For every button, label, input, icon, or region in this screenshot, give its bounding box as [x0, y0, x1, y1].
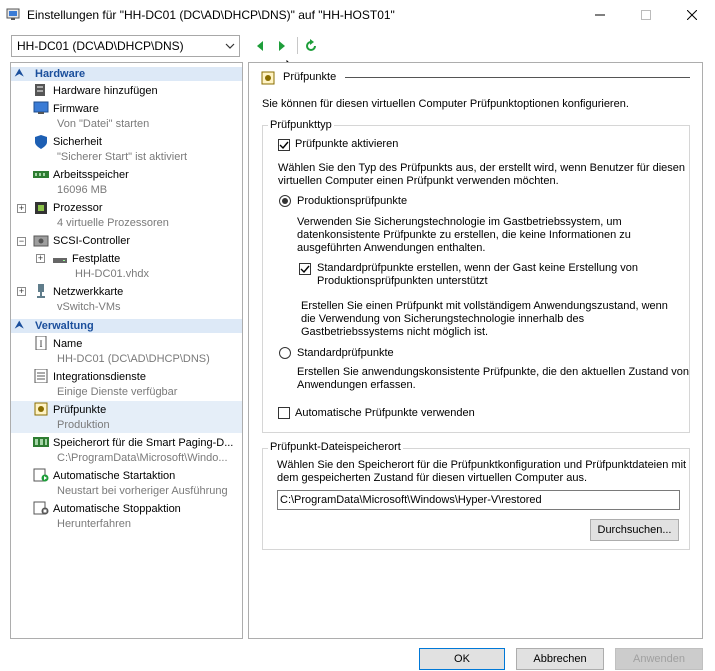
browse-button[interactable]: Durchsuchen... — [590, 519, 679, 541]
cancel-button[interactable]: Abbrechen — [516, 648, 604, 670]
previous-button[interactable] — [251, 37, 269, 55]
close-icon — [687, 10, 697, 20]
sidebar-item-auto-start[interactable]: Automatische Startaktion — [53, 469, 175, 483]
standard-checkpoints-description: Erstellen Sie anwendungskonsistente Prüf… — [297, 366, 689, 391]
checkmark-icon — [279, 141, 289, 150]
shield-icon — [35, 135, 47, 149]
auto-stop-icon — [33, 501, 49, 515]
sidebar-item-processor[interactable]: Prozessor — [53, 201, 103, 215]
checkpoint-type-instructions: Wählen Sie den Typ des Prüfpunkts aus, d… — [278, 162, 686, 187]
fallback-standard-checkbox[interactable] — [299, 263, 311, 275]
checkpoint-icon — [34, 402, 48, 416]
arrow-left-icon — [257, 41, 263, 51]
collapse-up-icon: ⮝ — [15, 320, 24, 331]
sidebar-item-add-hardware[interactable]: Hardware hinzufügen — [53, 84, 158, 98]
sidebar-item-name[interactable]: Name — [53, 337, 82, 351]
maximize-button[interactable] — [623, 0, 669, 30]
sidebar-item-auto-stop[interactable]: Automatische Stoppaktion — [53, 502, 181, 516]
apply-button[interactable]: Anwenden — [615, 648, 703, 670]
sidebar-item-checkpoints-detail: Produktion — [57, 419, 110, 431]
sidebar-item-integration-services[interactable]: Integrationsdienste — [53, 370, 146, 384]
standard-checkpoints-label[interactable]: Standardprüfpunkte — [297, 347, 394, 360]
expand-hard-disk[interactable]: + — [36, 254, 45, 263]
fallback-standard-label[interactable]: Standardprüfpunkte erstellen, wenn der G… — [317, 262, 677, 288]
collapse-scsi[interactable]: − — [17, 237, 26, 246]
svg-text:I: I — [40, 339, 43, 349]
next-button[interactable] — [273, 37, 291, 55]
network-adapter-icon — [37, 284, 45, 298]
production-checkpoints-label[interactable]: Produktionsprüfpunkte — [297, 195, 407, 208]
sidebar-item-processor-detail: 4 virtuelle Prozessoren — [57, 217, 169, 229]
sidebar-item-hard-disk-detail: HH-DC01.vhdx — [75, 268, 149, 280]
fallback-standard-description: Erstellen Sie einen Prüfpunkt mit vollst… — [301, 300, 668, 338]
sidebar-item-hard-disk[interactable]: Festplatte — [72, 252, 120, 266]
title-divider — [345, 77, 690, 78]
enable-checkpoints-checkbox[interactable] — [278, 139, 290, 151]
maximize-icon — [641, 10, 651, 20]
sidebar-item-firmware-detail: Von "Datei" starten — [57, 118, 150, 130]
automatic-checkpoints-label[interactable]: Automatische Prüfpunkte verwenden — [295, 407, 475, 420]
close-button[interactable] — [669, 0, 715, 30]
ok-button[interactable]: OK — [419, 648, 505, 670]
add-hardware-icon — [35, 84, 45, 96]
vm-selector-dropdown[interactable]: HH-DC01 (DC\AD\DHCP\DNS) — [11, 35, 240, 57]
title-bar: Einstellungen für "HH-DC01 (DC\AD\DHCP\D… — [0, 0, 715, 30]
sidebar-item-smart-paging[interactable]: Speicherort für die Smart Paging-D... — [53, 436, 233, 450]
scsi-icon — [33, 235, 49, 247]
memory-icon — [33, 171, 49, 178]
checkpoint-type-group-title: Prüfpunkttyp — [268, 119, 334, 131]
automatic-checkpoints-checkbox[interactable] — [278, 407, 290, 419]
smart-paging-icon — [33, 437, 49, 447]
firmware-icon — [33, 101, 49, 114]
refresh-button[interactable] — [302, 37, 320, 55]
auto-start-icon — [33, 468, 49, 482]
hyper-v-settings-icon — [6, 8, 20, 20]
sidebar-item-scsi-controller[interactable]: SCSI-Controller — [53, 234, 130, 248]
page-description: Sie können für diesen virtuellen Compute… — [262, 98, 629, 110]
processor-icon — [35, 202, 47, 214]
production-checkpoints-description: Verwenden Sie Sicherungstechnologie im G… — [297, 216, 631, 254]
production-checkpoints-radio[interactable] — [279, 195, 291, 207]
sidebar-item-auto-start-detail: Neustart bei vorheriger Ausführung — [57, 485, 228, 497]
minimize-icon — [595, 14, 605, 16]
enable-checkpoints-label[interactable]: Prüfpunkte aktivieren — [295, 138, 398, 151]
window-title: Einstellungen für "HH-DC01 (DC\AD\DHCP\D… — [27, 8, 395, 22]
refresh-icon — [306, 39, 316, 51]
expand-network-adapter[interactable]: + — [17, 287, 26, 296]
checkmark-icon — [300, 265, 310, 274]
sidebar-item-auto-stop-detail: Herunterfahren — [57, 518, 131, 530]
sidebar-item-network-adapter[interactable]: Netzwerkkarte — [53, 285, 123, 299]
chevron-down-icon — [225, 43, 235, 49]
checkpoint-location-group-title: Prüfpunkt-Dateispeicherort — [268, 441, 403, 453]
sidebar-item-security-detail: "Sicherer Start" ist aktiviert — [57, 151, 188, 163]
minimize-button[interactable] — [577, 0, 623, 30]
hard-disk-icon — [53, 258, 67, 263]
sidebar-item-name-detail: HH-DC01 (DC\AD\DHCP\DNS) — [57, 353, 210, 365]
sidebar-item-checkpoints[interactable]: Prüfpunkte — [53, 403, 106, 417]
sidebar-item-security[interactable]: Sicherheit — [53, 135, 102, 149]
arrow-right-icon — [279, 41, 285, 51]
sidebar-item-memory-detail: 16096 MB — [57, 184, 108, 196]
collapse-up-icon: ⮝ — [15, 68, 24, 79]
checkpoint-icon — [261, 71, 275, 85]
vm-selector-value: HH-DC01 (DC\AD\DHCP\DNS) — [17, 39, 184, 53]
integration-services-icon — [34, 369, 48, 383]
toolbar-separator — [297, 37, 298, 54]
section-header-management[interactable]: ⮝ Verwaltung — [11, 319, 242, 333]
checkpoints-settings-panel: Prüfpunkte Sie können für diesen virtuel… — [248, 62, 703, 639]
expand-processor[interactable]: + — [17, 204, 26, 213]
checkpoint-location-path-input[interactable]: C:\ProgramData\Microsoft\Windows\Hyper-V… — [277, 490, 680, 510]
standard-checkpoints-radio[interactable] — [279, 347, 291, 359]
checkpoint-location-description: Wählen Sie den Speicherort für die Prüfp… — [277, 459, 687, 484]
sidebar-item-smart-paging-detail: C:\ProgramData\Microsoft\Windo... — [57, 452, 228, 464]
sidebar-item-memory[interactable]: Arbeitsspeicher — [53, 168, 129, 182]
settings-tree: ⮝ Hardware Hardware hinzufügen Firmware … — [10, 62, 243, 639]
section-header-hardware[interactable]: ⮝ Hardware — [11, 67, 242, 81]
page-title: Prüfpunkte — [283, 71, 337, 83]
name-icon: I — [35, 336, 47, 350]
sidebar-item-network-adapter-detail: vSwitch-VMs — [57, 301, 121, 313]
sidebar-item-firmware[interactable]: Firmware — [53, 102, 99, 116]
sidebar-item-integration-services-detail: Einige Dienste verfügbar — [57, 386, 178, 398]
